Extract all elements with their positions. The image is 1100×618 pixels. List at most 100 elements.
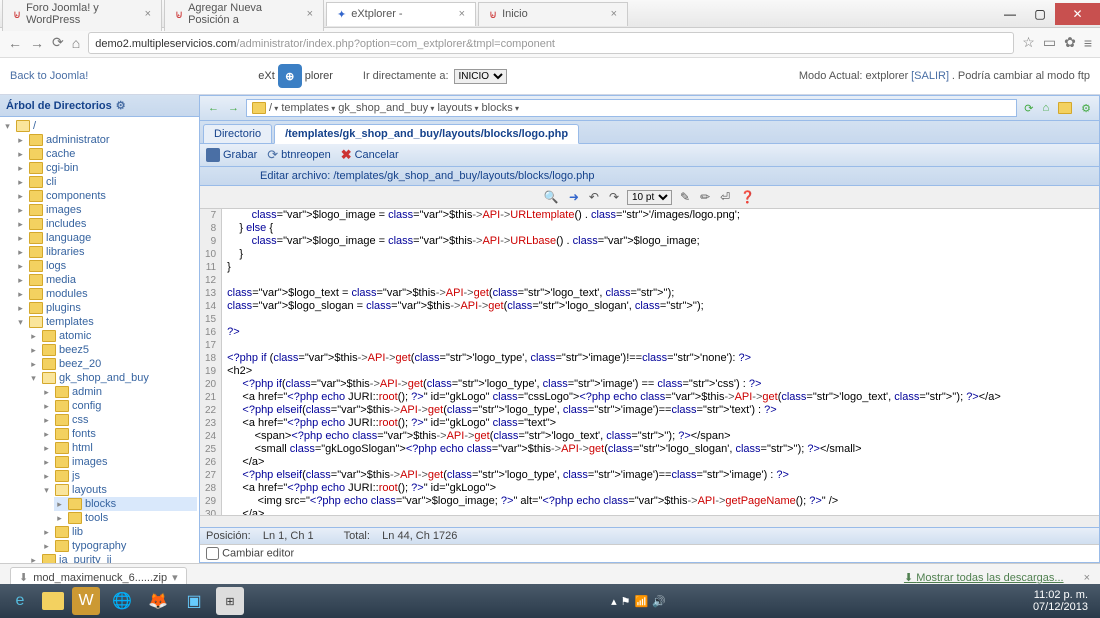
horizontal-scrollbar[interactable] (200, 515, 1099, 527)
close-icon[interactable]: × (145, 8, 151, 20)
cancel-button[interactable]: ✖Cancelar (341, 147, 399, 163)
tree-item[interactable]: ▸tools (54, 511, 197, 525)
tree-item[interactable]: ▸media (15, 273, 197, 287)
search-icon[interactable]: 🔍 (542, 188, 561, 206)
breadcrumb-segment[interactable]: gk_shop_and_buy (338, 102, 434, 114)
breadcrumb-segment[interactable]: / (269, 102, 278, 114)
show-all-downloads-link[interactable]: ⬇ Mostrar todas las descargas... (904, 571, 1064, 584)
wrap-icon[interactable]: ⏎ (718, 188, 732, 206)
app-icon[interactable]: W (72, 587, 100, 615)
tray-up-icon[interactable]: ▴ (611, 595, 617, 608)
tree-item[interactable]: ▸images (15, 203, 197, 217)
volume-icon[interactable]: 🔊 (652, 595, 666, 608)
ie-icon[interactable]: e (6, 587, 34, 615)
tree-item[interactable]: ▸language (15, 231, 197, 245)
tree-item[interactable]: ▸components (15, 189, 197, 203)
reload-icon[interactable]: ⟳ (52, 34, 64, 51)
tree-item[interactable]: ▾gk_shop_and_buy (28, 371, 197, 385)
save-button[interactable]: Grabar (206, 148, 257, 162)
close-icon[interactable]: × (611, 8, 617, 20)
close-icon[interactable]: × (459, 8, 465, 20)
explorer-icon[interactable] (42, 592, 64, 610)
tree-item[interactable]: ▸typography (41, 539, 197, 553)
folder-icon[interactable] (1056, 100, 1074, 116)
browser-tab[interactable]: ⊌Inicio× (478, 2, 628, 26)
flag-icon[interactable]: ⚑ (621, 595, 631, 608)
window-minimize[interactable]: — (995, 3, 1025, 25)
app-icon[interactable]: ▣ (180, 587, 208, 615)
tree-item[interactable]: ▾templates (15, 315, 197, 329)
goto-select[interactable]: INICIO (454, 69, 507, 84)
star-icon[interactable]: ☆ (1022, 34, 1035, 51)
tree-item[interactable]: ▾layouts (41, 483, 197, 497)
browser-tab[interactable]: ⊌Foro Joomla! y WordPress× (2, 0, 162, 31)
tree-item[interactable]: ▸cli (15, 175, 197, 189)
taskbar-clock[interactable]: 11:02 p. m. 07/12/2013 (1033, 589, 1094, 613)
phone-icon[interactable]: ▭ (1043, 34, 1056, 51)
tree-item[interactable]: ▸ja_purity_ii (28, 553, 197, 563)
brush-icon[interactable]: ✎ (678, 188, 692, 206)
code-editor[interactable]: 7891011121314151617181920212223242526272… (200, 209, 1099, 515)
reopen-button[interactable]: ⟳btnreopen (267, 147, 330, 163)
breadcrumb-segment[interactable]: blocks (482, 102, 519, 114)
extension-icon[interactable]: ✿ (1064, 34, 1076, 51)
close-downloads-icon[interactable]: × (1084, 572, 1090, 584)
tree-item[interactable]: ▸lib (41, 525, 197, 539)
tree-item[interactable]: ▸html (41, 441, 197, 455)
tree-item[interactable]: ▸beez5 (28, 343, 197, 357)
help-icon[interactable]: ❓ (738, 188, 757, 206)
back-icon[interactable]: ← (8, 35, 22, 51)
tab-directory[interactable]: Directorio (203, 124, 272, 143)
switch-editor[interactable]: Cambiar editor (200, 544, 1099, 562)
close-icon[interactable]: × (307, 8, 313, 20)
home-icon[interactable]: ⌂ (72, 35, 80, 51)
gear-icon[interactable]: ⚙ (116, 99, 126, 112)
network-icon[interactable]: 📶 (634, 595, 648, 608)
tree-item[interactable]: ▸blocks (54, 497, 197, 511)
tree-root[interactable]: ▾/ (2, 119, 197, 133)
firefox-icon[interactable]: 🦊 (144, 587, 172, 615)
browser-tab[interactable]: ⊌Agregar Nueva Posición a× (164, 0, 324, 31)
undo-icon[interactable]: ↶ (587, 188, 601, 206)
window-maximize[interactable]: ▢ (1025, 3, 1055, 25)
calculator-icon[interactable]: ⊞ (216, 587, 244, 615)
breadcrumb-segment[interactable]: layouts (437, 102, 478, 114)
tree-item[interactable]: ▸images (41, 455, 197, 469)
window-close[interactable]: ✕ (1055, 3, 1100, 25)
goto-line-icon[interactable]: ➜ (567, 188, 581, 206)
tree-item[interactable]: ▸includes (15, 217, 197, 231)
directory-tree[interactable]: ▾/▸administrator▸cache▸cgi-bin▸cli▸compo… (0, 117, 199, 563)
logout-link[interactable]: [SALIR] (911, 70, 949, 82)
forward-icon[interactable]: → (30, 35, 44, 51)
forward-arrow-icon[interactable]: → (226, 100, 241, 116)
tab-file[interactable]: /templates/gk_shop_and_buy/layouts/block… (274, 124, 579, 144)
chevron-down-icon[interactable]: ▾ (172, 571, 178, 584)
system-tray[interactable]: ▴ ⚑ 📶 🔊 (611, 595, 666, 608)
tree-item[interactable]: ▸modules (15, 287, 197, 301)
browser-tab-active[interactable]: ✦eXtplorer -× (326, 2, 476, 26)
tree-item[interactable]: ▸admin (41, 385, 197, 399)
redo-icon[interactable]: ↷ (607, 188, 621, 206)
breadcrumb-segment[interactable]: templates (281, 102, 335, 114)
chrome-icon[interactable]: 🌐 (108, 587, 136, 615)
switch-editor-checkbox[interactable] (206, 547, 219, 560)
back-to-joomla-link[interactable]: Back to Joomla! (10, 70, 88, 82)
tree-item[interactable]: ▸cache (15, 147, 197, 161)
tree-item[interactable]: ▸libraries (15, 245, 197, 259)
tree-item[interactable]: ▸fonts (41, 427, 197, 441)
tree-item[interactable]: ▸cgi-bin (15, 161, 197, 175)
breadcrumb[interactable]: / templates gk_shop_and_buy layouts bloc… (246, 99, 1017, 117)
tree-item[interactable]: ▸plugins (15, 301, 197, 315)
home-icon[interactable]: ⌂ (1040, 100, 1051, 116)
tree-item[interactable]: ▸config (41, 399, 197, 413)
reload-icon[interactable]: ⟳ (1022, 100, 1035, 117)
tree-item[interactable]: ▸atomic (28, 329, 197, 343)
fontsize-select[interactable]: 10 pt (627, 190, 672, 205)
settings-icon[interactable]: ⚙ (1079, 100, 1093, 117)
back-arrow-icon[interactable]: ← (206, 100, 221, 116)
menu-icon[interactable]: ≡ (1084, 35, 1092, 51)
highlight-icon[interactable]: ✏ (698, 188, 712, 206)
tree-item[interactable]: ▸js (41, 469, 197, 483)
tree-item[interactable]: ▸css (41, 413, 197, 427)
tree-item[interactable]: ▸administrator (15, 133, 197, 147)
